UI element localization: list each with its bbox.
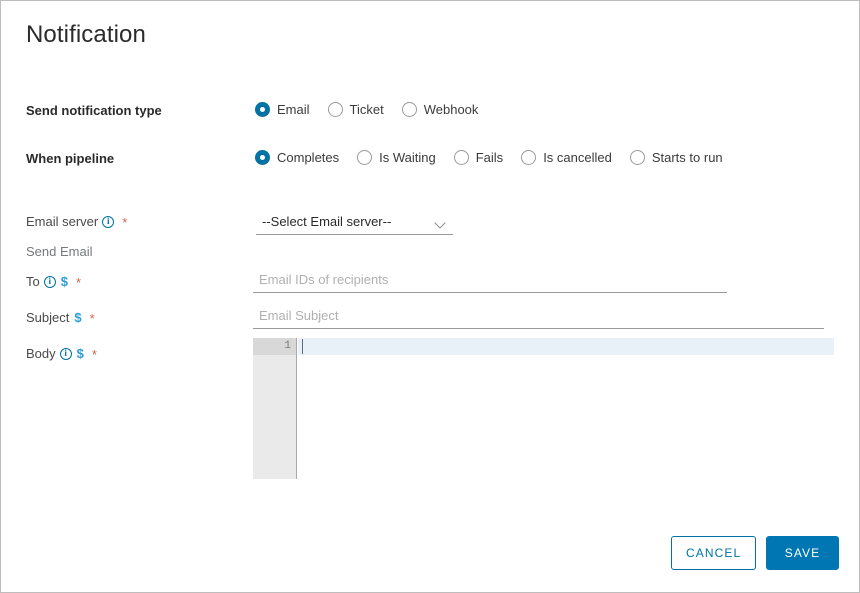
radio-option-fails[interactable]: Fails xyxy=(453,150,504,165)
radio-mark-is-waiting[interactable] xyxy=(357,150,373,165)
send-email-section-heading: Send Email xyxy=(26,244,92,259)
send-notification-type-radio-group[interactable]: Email Ticket Webhook xyxy=(255,102,478,117)
send-email-heading-text: Send Email xyxy=(26,244,93,259)
info-circle-icon[interactable]: i xyxy=(102,215,115,228)
when-pipeline-radio-group[interactable]: Completes Is Waiting Fails Is cancelled … xyxy=(255,150,723,165)
body-code-editor[interactable]: 1 xyxy=(253,338,834,479)
radio-mark-fails[interactable] xyxy=(453,150,469,165)
radio-option-email[interactable]: Email xyxy=(255,102,310,117)
radio-option-is-cancelled[interactable]: Is cancelled xyxy=(521,150,612,165)
radio-label-is-waiting: Is Waiting xyxy=(379,150,436,165)
save-button[interactable]: SAVE xyxy=(766,536,839,570)
radio-label-email: Email xyxy=(277,102,310,117)
when-pipeline-label: When pipeline xyxy=(26,151,115,166)
editor-text-area[interactable] xyxy=(298,338,834,479)
to-label-text: To xyxy=(26,274,40,289)
radio-label-completes: Completes xyxy=(277,150,340,165)
radio-label-is-cancelled: Is cancelled xyxy=(543,150,612,165)
body-label-text: Body xyxy=(26,346,56,361)
radio-label-fails: Fails xyxy=(475,150,504,165)
radio-mark-starts-to-run[interactable] xyxy=(629,150,645,165)
radio-mark-webhook[interactable] xyxy=(401,102,417,117)
required-asterisk: * xyxy=(91,347,97,362)
radio-label-starts-to-run: Starts to run xyxy=(651,150,723,165)
variable-dollar-icon[interactable]: $ xyxy=(77,346,84,361)
radio-option-ticket[interactable]: Ticket xyxy=(327,102,384,117)
subject-input[interactable] xyxy=(253,305,824,329)
radio-option-is-waiting[interactable]: Is Waiting xyxy=(357,150,436,165)
page-title: Notification xyxy=(26,21,146,48)
editor-gutter: 1 xyxy=(253,338,297,479)
radio-option-completes[interactable]: Completes xyxy=(255,150,339,165)
variable-dollar-icon[interactable]: $ xyxy=(61,274,68,289)
to-label: To i $ * xyxy=(26,274,81,289)
required-asterisk: * xyxy=(122,215,128,230)
send-notification-type-label: Send notification type xyxy=(26,103,162,118)
required-asterisk: * xyxy=(89,311,95,326)
email-server-label: Email server i * xyxy=(26,214,127,229)
email-server-label-text: Email server xyxy=(26,214,99,229)
required-asterisk: * xyxy=(75,275,82,290)
radio-option-starts-to-run[interactable]: Starts to run xyxy=(629,150,723,165)
radio-mark-completes[interactable] xyxy=(255,150,270,165)
body-label: Body i $ * xyxy=(26,346,97,361)
chevron-down-icon xyxy=(436,219,445,228)
variable-dollar-icon[interactable]: $ xyxy=(74,310,81,325)
to-input[interactable] xyxy=(253,269,727,293)
radio-label-ticket: Ticket xyxy=(349,102,384,117)
radio-option-webhook[interactable]: Webhook xyxy=(401,102,479,117)
email-server-select[interactable]: --Select Email server-- xyxy=(256,211,453,235)
cancel-button[interactable]: CANCEL xyxy=(671,536,757,570)
notification-dialog: Notification Send notification type Emai… xyxy=(0,0,860,593)
subject-label-text: Subject xyxy=(26,310,70,325)
radio-mark-email[interactable] xyxy=(255,102,270,117)
editor-line-number: 1 xyxy=(284,340,291,352)
radio-mark-ticket[interactable] xyxy=(327,102,343,117)
info-circle-icon[interactable]: i xyxy=(43,275,56,288)
info-circle-icon[interactable]: i xyxy=(59,347,72,360)
radio-label-webhook: Webhook xyxy=(423,102,479,117)
email-server-selected-value: --Select Email server-- xyxy=(262,214,392,229)
subject-label: Subject $ * xyxy=(26,310,95,325)
radio-mark-is-cancelled[interactable] xyxy=(521,150,537,165)
